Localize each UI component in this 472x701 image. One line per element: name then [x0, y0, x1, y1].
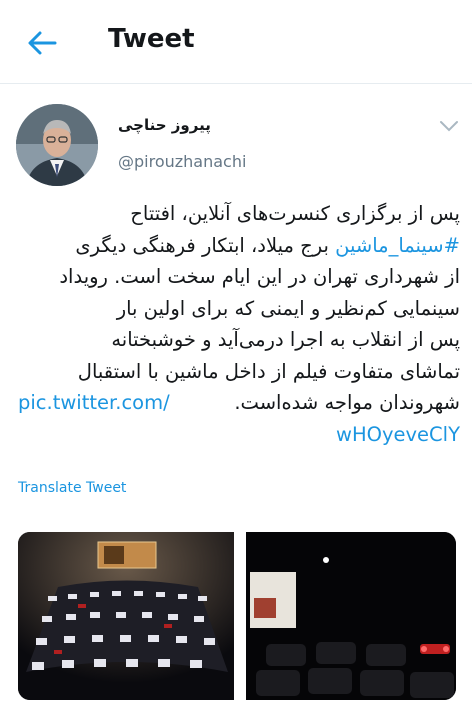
hashtag-link[interactable]: #سینما_ماشین	[335, 234, 460, 257]
tweet-line: پس از برگزاری کنسرت‌های آنلاین، افتتاح	[130, 202, 460, 225]
tweet-line: سینمایی کم‌نظیر و ایمنی که برای اولین با…	[116, 296, 460, 320]
drive-in-screen-image	[246, 532, 456, 700]
tweet-line: #سینما_ماشین برج میلاد، ابتکار فرهنگی دی…	[18, 230, 460, 262]
page-title: Tweet	[108, 24, 195, 54]
avatar-image	[16, 104, 98, 186]
chevron-down-icon	[440, 121, 458, 132]
media-link[interactable]: pic.twitter.com/	[18, 387, 170, 419]
back-button[interactable]	[22, 26, 62, 60]
display-name[interactable]: پیروز حناچی	[118, 116, 211, 134]
avatar[interactable]	[16, 104, 98, 186]
tweet-line: از شهرداری تهران در این ایام سخت است. رو…	[59, 265, 460, 288]
media-image[interactable]	[18, 532, 234, 700]
tweet-text: پس از برگزاری کنسرت‌های آنلاین، افتتاح #…	[18, 198, 460, 450]
media-image[interactable]	[246, 532, 456, 700]
more-options-button[interactable]	[438, 118, 460, 132]
tweet-line: پس از انقلاب به اجرا درمی‌آید و خوشبختان…	[111, 328, 460, 351]
translate-tweet-link[interactable]: Translate Tweet	[18, 480, 126, 496]
tweet-line: شهروندان مواجه شده‌است. pic.twitter.com/	[18, 387, 460, 419]
tweet-line-text: شهروندان مواجه شده‌است.	[234, 391, 460, 414]
arrow-left-icon	[28, 31, 57, 55]
media-link-cont[interactable]: wHOyeveClY	[336, 423, 460, 446]
tweet-header: پیروز حناچی @pirouzhanachi	[0, 96, 472, 188]
tweet-line: wHOyeveClY	[18, 419, 460, 451]
drive-in-aerial-image	[18, 532, 234, 700]
tweet-line-text: برج میلاد، ابتکار فرهنگی دیگری	[75, 233, 336, 257]
top-bar: Tweet	[0, 0, 472, 84]
user-handle[interactable]: @pirouzhanachi	[118, 152, 246, 171]
tweet-line: تماشای متفاوت فیلم از داخل ماشین با استق…	[77, 359, 460, 383]
